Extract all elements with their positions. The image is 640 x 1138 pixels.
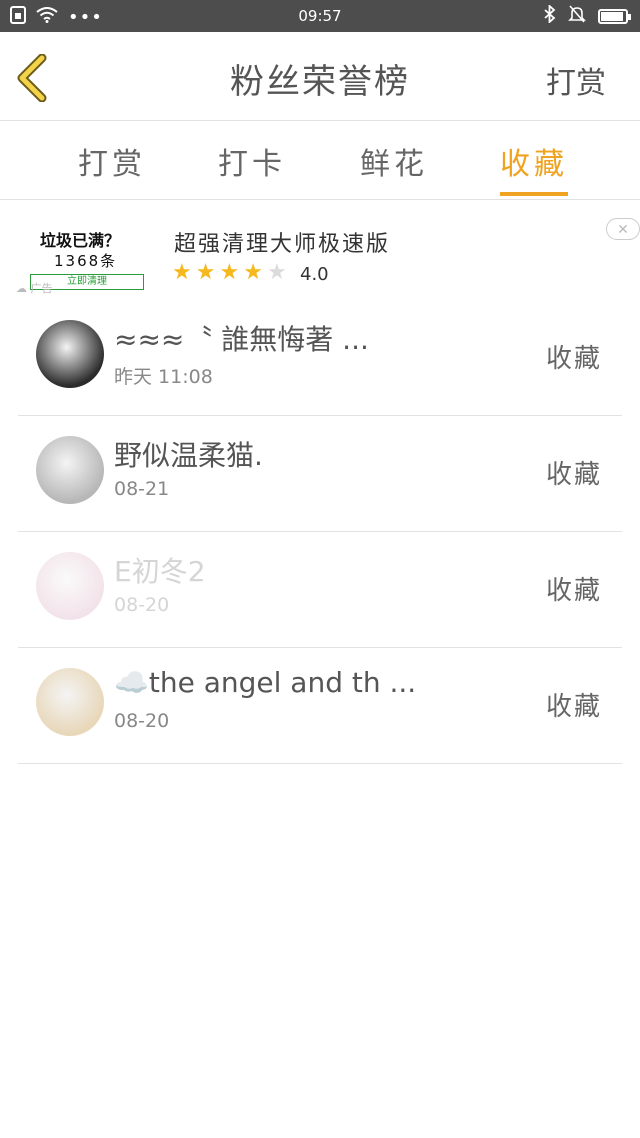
avatar[interactable] [36,668,104,736]
reward-button[interactable]: 打赏 [546,58,606,102]
tab-bar: 打赏 打卡 鲜花 收藏 [0,121,640,200]
user-name: ☁️the angel and th ... [114,666,417,699]
active-tab-indicator [500,192,568,196]
favorite-label: 收藏 [545,692,602,722]
avatar[interactable] [36,552,104,620]
favorite-label: 收藏 [545,344,602,374]
ad-close-button[interactable]: ✕ [606,218,640,240]
avatar[interactable] [36,436,104,504]
tab-flowers[interactable]: 鲜花 [360,139,428,183]
list-item[interactable]: E初冬2 08-20 收藏 [18,532,622,648]
status-bar: ••• 09:57 [0,0,640,32]
battery-icon [598,8,631,24]
star-filled-icon: ★ [219,260,240,285]
timestamp: 08-21 [114,478,170,500]
favorite-label: 收藏 [545,460,602,490]
tab-favorites[interactable]: 收藏 [500,139,568,183]
tab-checkin[interactable]: 打卡 [218,139,286,183]
status-right [544,3,631,27]
ad-label: ☁ 广告 [16,282,53,295]
ad-banner[interactable]: 垃圾已满？ 1368条 立即清理 ☁ 广告 超强清理大师极速版 ★ ★ ★ ★ ★ 4.… [0,200,640,300]
ad-title[interactable]: 超强清理大师极速版 [174,226,390,258]
ad-label-text: 广告 [30,282,53,295]
timestamp: 昨天 11:08 [114,366,213,388]
favorites-list: ≈≈≈〝 誰無悔著 ... 昨天 11:08 收藏 野似温柔猫. 08-21 收… [0,300,640,764]
ad-image-headline: 垃圾已满？ [40,231,121,250]
app-header: 粉丝荣誉榜 打赏 [0,32,640,121]
list-item[interactable]: ≈≈≈〝 誰無悔著 ... 昨天 11:08 收藏 [18,300,622,416]
avatar[interactable] [36,320,104,388]
list-item[interactable]: ☁️the angel and th ... 08-20 收藏 [18,648,622,764]
list-item[interactable]: 野似温柔猫. 08-21 收藏 [18,416,622,532]
star-empty-icon: ★ [266,260,287,285]
star-filled-icon: ★ [243,260,263,285]
mute-bell-icon [568,5,586,27]
page-title: 粉丝荣誉榜 [230,62,410,102]
star-filled-icon: ★ [195,260,216,285]
user-name: E初冬2 [114,555,206,588]
star-filled-icon: ★ [172,260,192,285]
ad-rating-stars: ★ ★ ★ ★ ★ [172,262,287,284]
user-name: 野似温柔猫. [114,439,263,472]
ad-rating-value: 4.0 [300,264,329,285]
timestamp: 08-20 [114,594,170,616]
favorite-label: 收藏 [545,576,602,606]
timestamp: 08-20 [114,710,170,732]
bluetooth-icon [544,3,556,27]
ad-image-count: 1368条 [54,252,118,270]
user-name: ≈≈≈〝 誰無悔著 ... [114,323,369,356]
tab-reward[interactable]: 打赏 [78,139,146,183]
